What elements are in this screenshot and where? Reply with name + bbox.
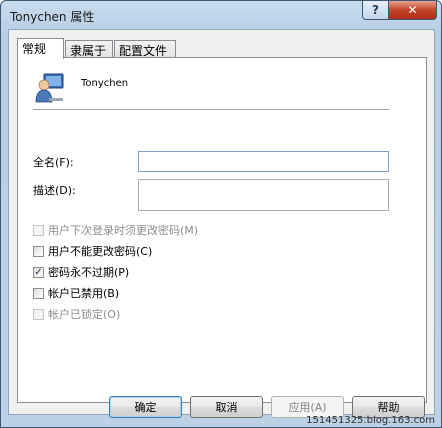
- description-field[interactable]: [138, 179, 389, 211]
- help-title-button[interactable]: ?: [362, 1, 389, 20]
- checkbox-box[interactable]: [33, 245, 44, 257]
- checkbox-label[interactable]: 密码永不过期(P): [48, 264, 129, 280]
- ok-button[interactable]: 确定: [109, 396, 182, 418]
- dialog-body: 常规 隶属于 配置文件 Tonychen 全名(F): 描述(D): 用户下次登…: [8, 29, 435, 418]
- header-divider: [33, 109, 389, 111]
- checkbox-account-locked: 帐户已锁定(O): [33, 307, 120, 321]
- checkbox-label[interactable]: 帐户已禁用(B): [48, 285, 119, 301]
- close-button[interactable]: ✕: [388, 1, 437, 20]
- checkbox-account-disabled[interactable]: 帐户已禁用(B): [33, 286, 119, 300]
- checkbox-label: 帐户已锁定(O): [48, 308, 121, 321]
- user-icon: [35, 73, 64, 103]
- checkmark-icon: ✓: [34, 266, 43, 278]
- general-tab-panel: Tonychen 全名(F): 描述(D): 用户下次登录时须更改密码(M) 用…: [17, 57, 427, 403]
- checkbox-label: 用户下次登录时须更改密码(M): [48, 224, 199, 237]
- checkbox-box[interactable]: [33, 287, 44, 299]
- checkbox-password-never-expires[interactable]: ✓ 密码永不过期(P): [33, 265, 129, 279]
- window-title: Tonychen 属性: [10, 10, 95, 24]
- fullname-label: 全名(F):: [33, 156, 74, 169]
- tab-general[interactable]: 常规: [17, 38, 64, 59]
- checkbox-cannot-change-password[interactable]: 用户不能更改密码(C): [33, 244, 152, 258]
- watermark-text: 151451325.blog.163.com: [306, 415, 435, 426]
- checkbox-box-checked[interactable]: ✓: [33, 266, 44, 278]
- checkbox-box: [33, 308, 44, 320]
- checkbox-label[interactable]: 用户不能更改密码(C): [48, 243, 152, 259]
- tab-member-of[interactable]: 隶属于: [65, 40, 113, 58]
- user-name: Tonychen: [81, 78, 129, 89]
- checkbox-box: [33, 224, 44, 236]
- properties-dialog: Tonychen 属性 ? ✕ 常规 隶属于 配置文件 Tonychen 全名(…: [0, 0, 442, 428]
- description-label: 描述(D):: [33, 184, 76, 197]
- checkbox-must-change-password: 用户下次登录时须更改密码(M): [33, 223, 198, 237]
- title-bar[interactable]: Tonychen 属性 ? ✕: [1, 1, 441, 29]
- tab-profile[interactable]: 配置文件: [114, 40, 176, 58]
- fullname-field[interactable]: [138, 151, 389, 172]
- cancel-button[interactable]: 取消: [190, 396, 263, 418]
